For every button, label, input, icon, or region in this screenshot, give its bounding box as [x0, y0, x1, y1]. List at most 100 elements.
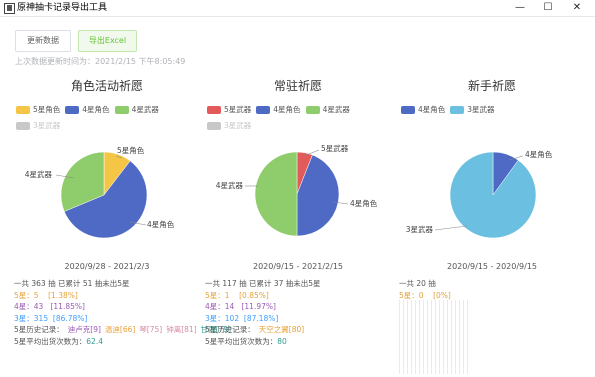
legend-label: 4星角色 [273, 105, 301, 114]
title-bar: 原神抽卡记录导出工具 — ☐ ✕ [0, 0, 595, 17]
legend-label: 4星角色 [418, 105, 446, 114]
character-event-panel: 角色活动祈愿 5星角色 4星角色 4星武器 3星武器 5星角色 4星角色 4星武器 2020/9… [12, 78, 231, 374]
average-value: 62.4 [86, 336, 103, 346]
stat-count: 1 [224, 290, 230, 300]
pie-chart: 4星角色 3星武器 [406, 149, 553, 239]
five-star-stat: 5星：1 [0.85%] [205, 290, 393, 302]
standard-banner-panel: 常驻祈愿 5星武器 4星角色 4星武器 3星武器 5星武器 4星角色 4星武器 2020/9/1… [203, 78, 393, 374]
window-title: 原神抽卡记录导出工具 [17, 3, 108, 13]
average-value: 80 [277, 336, 287, 346]
date-range: 2020/9/15 - 2020/9/15 [446, 262, 537, 271]
legend-item[interactable]: 3星武器 [16, 121, 60, 131]
pie-slice[interactable] [449, 151, 537, 239]
export-excel-button[interactable]: 导出Excel [78, 30, 137, 52]
average-label: 5星平均出货次数为： [14, 336, 87, 346]
stat-count: 5 [33, 290, 39, 300]
pie-label: 4星角色 [525, 149, 553, 159]
pie-chart: 5星武器 4星角色 4星武器 [216, 143, 378, 237]
legend-swatch [114, 106, 129, 114]
total-pulls: 一共 363 抽 已累计 51 抽未出5星 [14, 279, 130, 288]
close-button[interactable]: ✕ [563, 0, 591, 16]
stat-count: 102 [224, 313, 240, 323]
chart-legend: 4星角色 3星武器 [401, 105, 587, 121]
panel-title: 新手祈愿 [467, 79, 516, 93]
stat-count: 14 [224, 302, 235, 311]
refresh-data-button[interactable]: 更新数据 [15, 30, 71, 52]
legend-label: 4星武器 [131, 105, 159, 114]
legend-swatch [256, 106, 271, 114]
app-icon [4, 3, 15, 14]
chart-legend: 5星角色 4星角色 4星武器 3星武器 [16, 105, 202, 137]
stat-label: 4星： [14, 302, 34, 311]
four-star-stat: 4星：14 [11.97%] [205, 301, 393, 313]
stat-count: 315 [33, 313, 49, 323]
legend-item[interactable]: 4星角色 [256, 105, 301, 115]
pie-chart: 5星角色 4星角色 4星武器 [25, 145, 175, 239]
history-entry: 琴[75] [139, 325, 163, 334]
legend-item[interactable]: 4星武器 [114, 105, 159, 115]
legend-swatch [16, 106, 30, 114]
total-pulls: 一共 117 抽 已累计 37 抽未出5星 [205, 279, 321, 288]
history-entry: 钟离[81] [166, 325, 197, 334]
stat-percent: [11.97%] [241, 302, 276, 311]
pie-label: 5星武器 [321, 143, 349, 153]
summary-stats: 一共 117 抽 已累计 37 抽未出5星 5星：1 [0.85%] 4星：14 [… [205, 278, 393, 347]
stat-label: 3星： [14, 313, 34, 323]
history-label: 5星历史记录： [14, 325, 64, 334]
stat-label: 5星： [14, 290, 34, 300]
history-entry: 天空之翼[80] [258, 325, 305, 334]
stat-percent: [0.85%] [239, 290, 269, 300]
pie-slice[interactable] [254, 151, 298, 237]
legend-label: 4星武器 [322, 105, 350, 114]
beginner-history-decoration [399, 300, 471, 374]
stat-percent: [86.78%] [52, 313, 88, 323]
legend-swatch [207, 122, 221, 130]
five-star-history: 5星历史记录： 天空之翼[80] [205, 324, 393, 336]
legend-item[interactable]: 5星武器 [207, 105, 251, 115]
average-label: 5星平均出货次数为： [205, 336, 278, 346]
three-star-stat: 3星：102 [87.18%] [205, 313, 393, 325]
maximize-button[interactable]: ☐ [534, 0, 562, 16]
minimize-button[interactable]: — [506, 0, 534, 16]
legend-item[interactable]: 3星武器 [450, 105, 495, 115]
history-entry: 温迪[66] [104, 325, 136, 334]
history-entry: 迪卢克[9] [67, 325, 101, 334]
summary-stats: 一共 20 抽 5星：0 [0%] [399, 278, 587, 301]
last-update-text: 上次数据更新时间为：2021/2/15 下午8:05:49 [15, 57, 186, 66]
pie-label-line [434, 225, 468, 231]
five-star-stat: 5星：5 [1.38%] [14, 290, 202, 302]
legend-swatch [401, 106, 415, 114]
pie-label: 4星角色 [147, 219, 175, 229]
legend-item[interactable]: 5星角色 [16, 105, 60, 115]
panel-title: 常驻祈愿 [273, 79, 322, 93]
stat-label: 3星： [205, 313, 225, 323]
stat-label: 4星： [205, 302, 225, 311]
stat-label: 5星： [205, 290, 225, 300]
pie-label: 3星武器 [406, 224, 434, 234]
legend-item[interactable]: 4星角色 [401, 105, 445, 115]
average-pulls: 5星平均出货次数为：62.4 [14, 336, 202, 348]
legend-label: 5星武器 [224, 105, 252, 114]
legend-item[interactable]: 4星角色 [65, 105, 110, 115]
five-star-history: 5星历史记录： 迪卢克[9] 温迪[66] 琴[75] 钟离[81] 甘雨[79] [14, 324, 231, 336]
legend-item[interactable]: 3星武器 [207, 121, 251, 131]
legend-swatch [305, 106, 320, 114]
total-pulls: 一共 20 抽 [399, 279, 436, 288]
pie-label: 5星角色 [117, 145, 145, 155]
average-pulls: 5星平均出货次数为：80 [205, 336, 393, 348]
legend-label: 4星角色 [82, 105, 110, 114]
four-star-stat: 4星：43 [11.85%] [14, 301, 202, 313]
legend-swatch [65, 106, 80, 114]
legend-swatch [450, 106, 465, 114]
legend-item[interactable]: 4星武器 [305, 105, 350, 115]
summary-stats: 一共 363 抽 已累计 51 抽未出5星 5星：5 [1.38%] 4星：43 [… [14, 278, 231, 348]
pie-label: 4星武器 [25, 169, 53, 179]
panel-title: 角色活动祈愿 [70, 79, 143, 93]
legend-label: 3星武器 [224, 121, 252, 130]
date-range: 2020/9/15 - 2021/2/15 [252, 262, 343, 271]
legend-label: 3星武器 [467, 105, 495, 114]
stat-percent: [0%] [433, 290, 451, 300]
legend-swatch [16, 122, 30, 130]
stat-label: 5星： [399, 290, 419, 300]
stat-percent: [11.85%] [50, 302, 85, 311]
